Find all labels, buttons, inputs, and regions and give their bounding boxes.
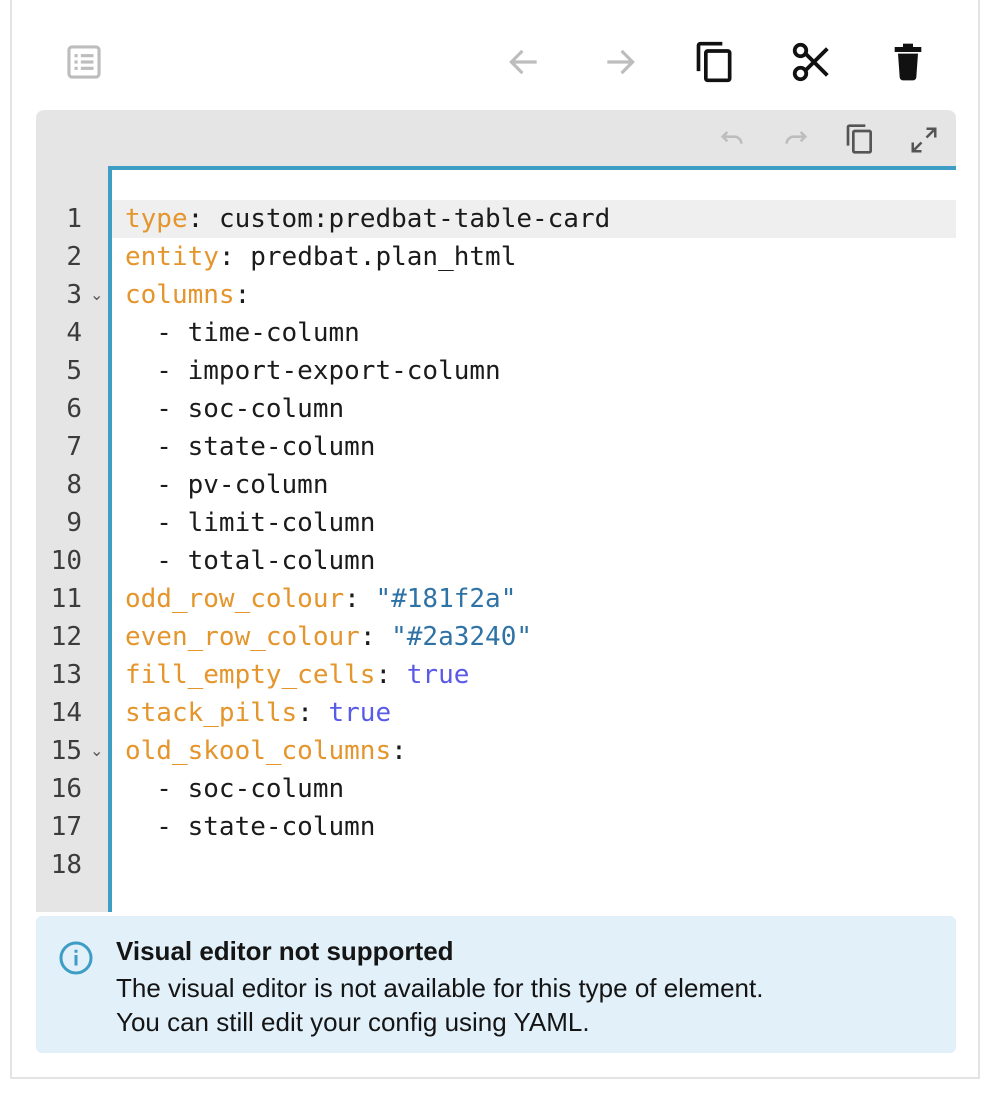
code-line[interactable]: - soc-column [125,770,344,808]
yaml-key: entity [125,242,219,272]
cut-icon[interactable] [788,38,836,86]
line-number: 14 [50,698,82,728]
expand-icon[interactable] [906,122,942,158]
yaml-value: true [328,698,392,728]
line-number: 6 [66,394,82,424]
list-icon[interactable] [64,42,104,82]
yaml-list-item: - soc-column [125,394,345,424]
code-line[interactable]: - soc-column [125,390,344,428]
line-number: 17 [50,812,82,842]
yaml-list-item: - state-column [125,812,376,842]
line-number: 3 [66,280,82,310]
code-line[interactable]: - time-column [125,314,360,352]
code-line[interactable]: - state-column [125,808,375,846]
line-number: 11 [50,584,82,614]
yaml-list-item: - import-export-column [125,356,501,386]
yaml-value: custom:predbat-table-card [218,204,611,234]
undo-icon[interactable] [712,122,752,156]
delete-icon[interactable] [886,38,930,86]
yaml-separator: : [218,242,251,272]
yaml-separator: : [344,584,376,614]
line-number: 4 [66,318,82,348]
yaml-key: columns [125,280,235,310]
copy-icon[interactable] [692,38,738,86]
line-number: 5 [66,356,82,386]
alert-message: The visual editor is not available for t… [116,971,763,1039]
code-line[interactable]: stack_pills: true [125,694,391,732]
yaml-list-item: - time-column [125,318,360,348]
line-number: 7 [66,432,82,462]
line-number: 12 [50,622,82,652]
editor-toolbar [36,110,956,166]
yaml-list-item: - pv-column [125,470,329,500]
code-line[interactable]: - pv-column [125,466,329,504]
yaml-value: "#181f2a" [375,584,517,614]
line-number: 16 [50,774,82,804]
line-number: 9 [66,508,82,538]
alert-line-2: You can still edit your config using YAM… [116,1007,590,1037]
code-line[interactable]: entity: predbat.plan_html [125,238,516,276]
code-line[interactable]: columns: [125,276,250,314]
yaml-value: "#2a3240" [391,622,533,652]
fold-toggle-icon[interactable]: ⌄ [90,276,103,314]
copy-icon[interactable] [842,120,878,158]
line-number: 18 [50,850,82,880]
yaml-separator: : [234,280,251,310]
yaml-separator: : [391,736,407,766]
line-number: 1 [66,204,82,234]
focus-border-top [108,166,956,170]
code-line[interactable]: odd_row_colour: "#181f2a" [125,580,516,618]
fold-toggle-icon[interactable]: ⌄ [90,732,103,770]
yaml-key: odd_row_colour [125,584,345,614]
yaml-code-editor[interactable]: 1 type: custom:predbat-table-card 2 entity:… [36,110,956,912]
code-line[interactable]: - import-export-column [125,352,501,390]
alert-line-1: The visual editor is not available for t… [116,973,764,1003]
line-number: 13 [50,660,82,690]
yaml-key: type [125,204,188,234]
yaml-separator: : [297,698,329,728]
arrow-right-icon[interactable] [600,42,640,82]
yaml-key: stack_pills [125,698,298,728]
redo-icon[interactable] [776,122,816,156]
line-number: 2 [66,242,82,272]
focus-border [108,166,112,912]
code-line[interactable]: - state-column [125,428,375,466]
line-number: 15 [50,736,82,766]
yaml-separator: : [187,204,219,234]
info-icon [56,938,96,978]
arrow-left-icon[interactable] [504,42,544,82]
alert-title: Visual editor not supported [116,936,454,966]
code-line[interactable]: - total-column [125,542,375,580]
yaml-key: even_row_colour [125,622,360,652]
code-line[interactable]: even_row_colour: "#2a3240" [125,618,532,656]
yaml-separator: : [359,622,392,652]
code-line[interactable]: type: custom:predbat-table-card [125,200,610,238]
line-number: 8 [66,470,82,500]
yaml-value: predbat.plan_html [250,242,517,272]
code-line[interactable]: old_skool_columns: [125,732,407,770]
yaml-key: old_skool_columns [125,736,392,766]
yaml-key: fill_empty_cells [125,660,376,690]
code-line[interactable]: - limit-column [125,504,375,542]
yaml-value: true [406,660,470,690]
info-alert: Visual editor not supported The visual e… [36,916,956,1053]
line-number: 10 [50,546,82,576]
yaml-list-item: - state-column [125,432,376,462]
code-line[interactable]: fill_empty_cells: true [125,656,469,694]
yaml-separator: : [375,660,407,690]
yaml-list-item: - limit-column [125,508,376,538]
yaml-list-item: - total-column [125,546,376,576]
yaml-list-item: - soc-column [125,774,345,804]
